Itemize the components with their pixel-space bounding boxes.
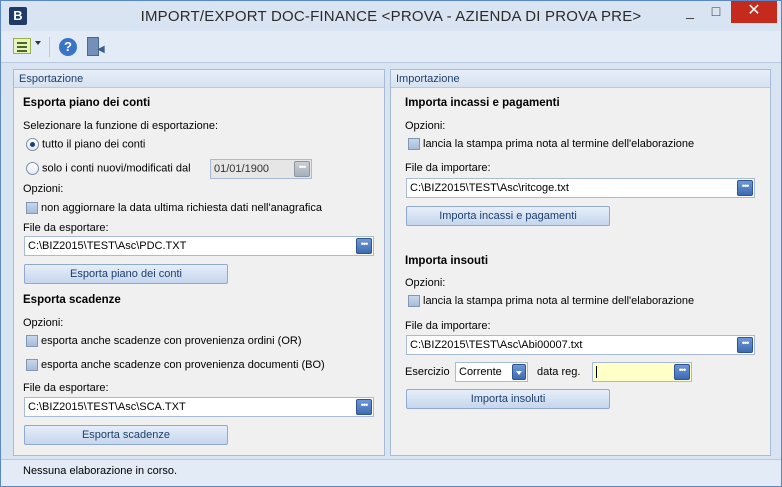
export-date-field[interactable]: 01/01/1900 •••: [210, 159, 312, 179]
option-insoluti-print-checkbox[interactable]: [408, 295, 420, 308]
option-no-update-label: non aggiornare la data ultima richiesta …: [41, 202, 322, 214]
text-caret: [596, 366, 597, 378]
toolbar-separator: [49, 37, 50, 57]
option-scadenze-or-checkbox[interactable]: [26, 335, 38, 348]
data-reg-label: data reg.: [537, 366, 581, 378]
export-scadenze-button[interactable]: Esporta scadenze: [24, 425, 228, 445]
export-options-label: Opzioni:: [23, 183, 64, 195]
export-pdc-file-label: File da esportare:: [23, 222, 109, 234]
calendar-ellipsis-icon[interactable]: •••: [294, 161, 310, 177]
chevron-down-icon: [35, 41, 41, 45]
browse-ellipsis-icon[interactable]: •••: [737, 337, 753, 353]
export-pdc-title: Esporta piano dei conti: [23, 97, 151, 109]
option-no-update-checkbox[interactable]: [26, 202, 38, 215]
incassi-file-input[interactable]: C:\BIZ2015\TEST\Asc\ritcoge.txt •••: [406, 178, 755, 198]
menu-dropdown-button[interactable]: [13, 36, 43, 58]
help-icon: ?: [59, 38, 77, 56]
export-panel-header: Esportazione: [14, 70, 384, 88]
insoluti-file-label: File da importare:: [405, 320, 491, 332]
list-menu-icon: [13, 38, 31, 54]
import-panel-header: Importazione: [391, 70, 770, 88]
radio-all-accounts-label: tutto il piano dei conti: [42, 138, 146, 151]
browse-ellipsis-icon[interactable]: •••: [356, 399, 372, 415]
exit-arrow-icon: ◀: [97, 44, 105, 55]
radio-new-accounts[interactable]: solo i conti nuovi/modificati dal: [26, 162, 191, 175]
window-title: IMPORT/EXPORT DOC-FINANCE <PROVA - AZIEN…: [140, 8, 642, 25]
export-pdc-file-input[interactable]: C:\BIZ2015\TEST\Asc\PDC.TXT •••: [24, 236, 374, 256]
import-insoluti-title: Importa insouti: [405, 255, 489, 267]
option-scadenze-bo[interactable]: esporta anche scadenze con provenienza d…: [26, 359, 325, 372]
option-insoluti-print-label: lancia la stampa prima nota al termine d…: [423, 295, 695, 307]
option-scadenze-or[interactable]: esporta anche scadenze con provenienza o…: [26, 335, 302, 348]
status-bar: Nessuna elaborazione in corso.: [1, 459, 781, 486]
calendar-ellipsis-icon[interactable]: •••: [674, 364, 690, 380]
insoluti-file-input[interactable]: C:\BIZ2015\TEST\Asc\Abi00007.txt •••: [406, 335, 755, 355]
minimize-button[interactable]: _: [677, 1, 703, 23]
option-insoluti-print[interactable]: lancia la stampa prima nota al termine d…: [408, 295, 695, 308]
maximize-button[interactable]: □: [703, 1, 729, 23]
incassi-options-label: Opzioni:: [405, 120, 446, 132]
insoluti-file-value: C:\BIZ2015\TEST\Asc\Abi00007.txt: [410, 339, 583, 351]
radio-new-accounts-label: solo i conti nuovi/modificati dal: [42, 162, 191, 175]
option-scadenze-or-label: esporta anche scadenze con provenienza o…: [41, 335, 302, 347]
export-panel: Esportazione Esporta piano dei conti Sel…: [13, 69, 385, 456]
esercizio-value: Corrente: [459, 366, 502, 378]
status-text: Nessuna elaborazione in corso.: [23, 465, 178, 477]
main-window: B IMPORT/EXPORT DOC-FINANCE <PROVA - AZI…: [0, 0, 782, 487]
insoluti-options-label: Opzioni:: [405, 277, 446, 289]
title-bar: B IMPORT/EXPORT DOC-FINANCE <PROVA - AZI…: [1, 1, 781, 31]
export-function-label: Selezionare la funzione di esportazione:: [23, 120, 219, 132]
exit-button[interactable]: ◀: [85, 36, 107, 58]
radio-all-accounts-control[interactable]: [26, 138, 39, 151]
option-scadenze-bo-label: esporta anche scadenze con provenienza d…: [41, 359, 325, 371]
data-reg-input[interactable]: •••: [592, 362, 692, 382]
option-no-update[interactable]: non aggiornare la data ultima richiesta …: [26, 202, 322, 215]
option-incassi-print[interactable]: lancia la stampa prima nota al termine d…: [408, 138, 695, 151]
option-scadenze-bo-checkbox[interactable]: [26, 359, 38, 372]
import-panel: Importazione Importa incassi e pagamenti…: [390, 69, 771, 456]
esercizio-label: Esercizio: [405, 366, 450, 378]
toolbar: ? ◀: [1, 31, 781, 63]
close-button[interactable]: ✕: [731, 1, 777, 23]
export-scadenze-title: Esporta scadenze: [23, 294, 121, 306]
esercizio-select[interactable]: Corrente: [455, 362, 528, 382]
export-pdc-file-value: C:\BIZ2015\TEST\Asc\PDC.TXT: [28, 240, 187, 252]
option-incassi-print-label: lancia la stampa prima nota al termine d…: [423, 138, 695, 150]
radio-all-accounts[interactable]: tutto il piano dei conti: [26, 138, 145, 151]
export-sca-file-label: File da esportare:: [23, 382, 109, 394]
chevron-down-icon[interactable]: [512, 364, 526, 380]
incassi-file-value: C:\BIZ2015\TEST\Asc\ritcoge.txt: [410, 182, 569, 194]
help-button[interactable]: ?: [59, 36, 79, 58]
export-date-value: 01/01/1900: [214, 163, 270, 175]
option-incassi-print-checkbox[interactable]: [408, 138, 420, 151]
export-sca-file-value: C:\BIZ2015\TEST\Asc\SCA.TXT: [28, 401, 186, 413]
browse-ellipsis-icon[interactable]: •••: [737, 180, 753, 196]
import-incassi-title: Importa incassi e pagamenti: [405, 97, 560, 109]
export-pdc-button[interactable]: Esporta piano dei conti: [24, 264, 228, 284]
export-sca-file-input[interactable]: C:\BIZ2015\TEST\Asc\SCA.TXT •••: [24, 397, 374, 417]
browse-ellipsis-icon[interactable]: •••: [356, 238, 372, 254]
import-insoluti-button[interactable]: Importa insoluti: [406, 389, 610, 409]
import-incassi-button[interactable]: Importa incassi e pagamenti: [406, 206, 610, 226]
scadenze-options-label: Opzioni:: [23, 317, 64, 329]
incassi-file-label: File da importare:: [405, 162, 491, 174]
radio-new-accounts-control[interactable]: [26, 162, 39, 175]
